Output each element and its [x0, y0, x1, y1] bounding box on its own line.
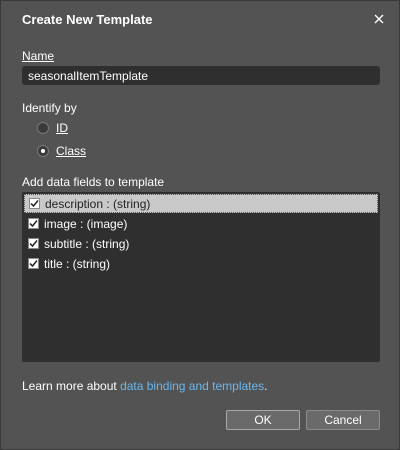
close-icon — [374, 14, 384, 24]
title-bar: Create New Template — [1, 1, 399, 37]
close-button[interactable] — [369, 9, 389, 29]
checkmark-icon — [29, 240, 38, 248]
checkbox[interactable] — [28, 218, 39, 229]
field-label: title : (string) — [44, 256, 111, 271]
list-item-image[interactable]: image : (image) — [24, 214, 378, 233]
field-label: image : (image) — [44, 216, 128, 231]
create-template-dialog: Create New Template Name Identify by ID … — [0, 0, 400, 450]
checkbox[interactable] — [28, 258, 39, 269]
checkmark-icon — [30, 200, 39, 208]
checkmark-icon — [29, 220, 38, 228]
name-label-text: Name — [22, 49, 55, 63]
learn-more-text: Learn more about data binding and templa… — [22, 379, 268, 393]
cancel-button[interactable]: Cancel — [306, 410, 380, 430]
checkbox[interactable] — [29, 198, 40, 209]
radio-id-label: ID — [56, 121, 68, 135]
learn-more-suffix: . — [264, 379, 268, 393]
radio-class[interactable]: Class — [37, 142, 86, 160]
name-input[interactable] — [22, 66, 380, 85]
radio-id-circle — [37, 122, 49, 134]
checkmark-icon — [29, 260, 38, 268]
radio-class-label: Class — [56, 144, 87, 158]
fields-label: Add data fields to template — [22, 175, 165, 189]
list-item-description[interactable]: description : (string) — [24, 194, 378, 213]
name-label: Name — [22, 49, 54, 63]
checkbox[interactable] — [28, 238, 39, 249]
identify-by-label: Identify by — [22, 101, 77, 115]
radio-class-circle — [37, 145, 49, 157]
learn-more-prefix: Learn more about — [22, 379, 121, 393]
list-item-title[interactable]: title : (string) — [24, 254, 378, 273]
fields-list[interactable]: description : (string) image : (image) s… — [22, 192, 380, 362]
field-label: description : (string) — [45, 196, 151, 211]
list-item-subtitle[interactable]: subtitle : (string) — [24, 234, 378, 253]
ok-button[interactable]: OK — [226, 410, 300, 430]
field-label: subtitle : (string) — [44, 236, 130, 251]
radio-id[interactable]: ID — [37, 119, 68, 137]
dialog-title: Create New Template — [22, 12, 153, 27]
learn-more-link[interactable]: data binding and templates — [120, 379, 264, 393]
